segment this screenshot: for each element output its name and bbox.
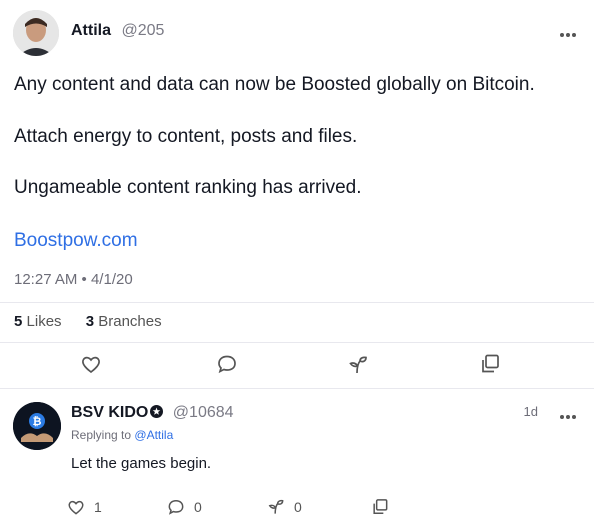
comment-icon (168, 499, 184, 515)
post-author: Attila @205 (71, 22, 164, 40)
reply-like-count: 1 (94, 499, 102, 515)
likes-stat[interactable]: 5 Likes (14, 313, 62, 330)
author-avatar[interactable] (13, 10, 59, 56)
reply-author-name[interactable]: BSV KIDO (71, 404, 148, 421)
reply-more-options-icon[interactable] (559, 406, 577, 424)
like-heart-icon[interactable] (79, 352, 103, 376)
reply-comment-count: 0 (194, 499, 202, 515)
reply-avatar[interactable]: ₿ (13, 402, 61, 450)
branches-stat[interactable]: 3 Branches (86, 313, 162, 330)
reply-text: Let the games begin. (71, 455, 212, 472)
divider (0, 302, 594, 303)
reply-author: BSV KIDO @10684 (71, 404, 234, 422)
reply-like-button[interactable]: 1 (66, 496, 102, 518)
main-post: Attila @205 Any content and data can now… (0, 0, 594, 392)
more-options-icon[interactable] (559, 21, 577, 42)
copy-icon[interactable] (478, 352, 502, 376)
divider (0, 342, 594, 343)
post-text-line-1: Any content and data can now be Boosted … (14, 74, 535, 95)
reply-post: ₿ BSV KIDO @10684 1d Replying to @Attila… (0, 393, 594, 527)
heart-icon (68, 500, 84, 515)
post-text-line-3: Ungameable content ranking has arrived. (14, 177, 362, 198)
post-text-line-2: Attach energy to content, posts and file… (14, 126, 358, 147)
branch-icon[interactable] (346, 353, 370, 377)
author-handle[interactable]: @205 (121, 22, 164, 39)
reply-copy-button[interactable] (370, 496, 390, 518)
replying-to-link[interactable]: @Attila (134, 428, 173, 442)
post-stats: 5 Likes 3 Branches (14, 313, 182, 330)
author-name[interactable]: Attila (71, 22, 111, 39)
copy-icon (373, 499, 388, 514)
replying-to: Replying to @Attila (71, 428, 174, 442)
comment-icon[interactable] (215, 352, 239, 376)
divider (0, 388, 594, 389)
reply-time: 1d (523, 404, 538, 419)
branch-icon (268, 499, 284, 514)
reply-author-handle[interactable]: @10684 (173, 404, 234, 421)
svg-text:₿: ₿ (33, 415, 42, 428)
reply-comment-button[interactable]: 0 (166, 496, 202, 518)
verified-icon (150, 405, 164, 418)
reply-branch-count: 0 (294, 499, 302, 515)
post-link[interactable]: Boostpow.com (14, 230, 138, 252)
reply-branch-button[interactable]: 0 (266, 496, 302, 518)
post-timestamp: 12:27 AM • 4/1/20 (14, 271, 133, 288)
